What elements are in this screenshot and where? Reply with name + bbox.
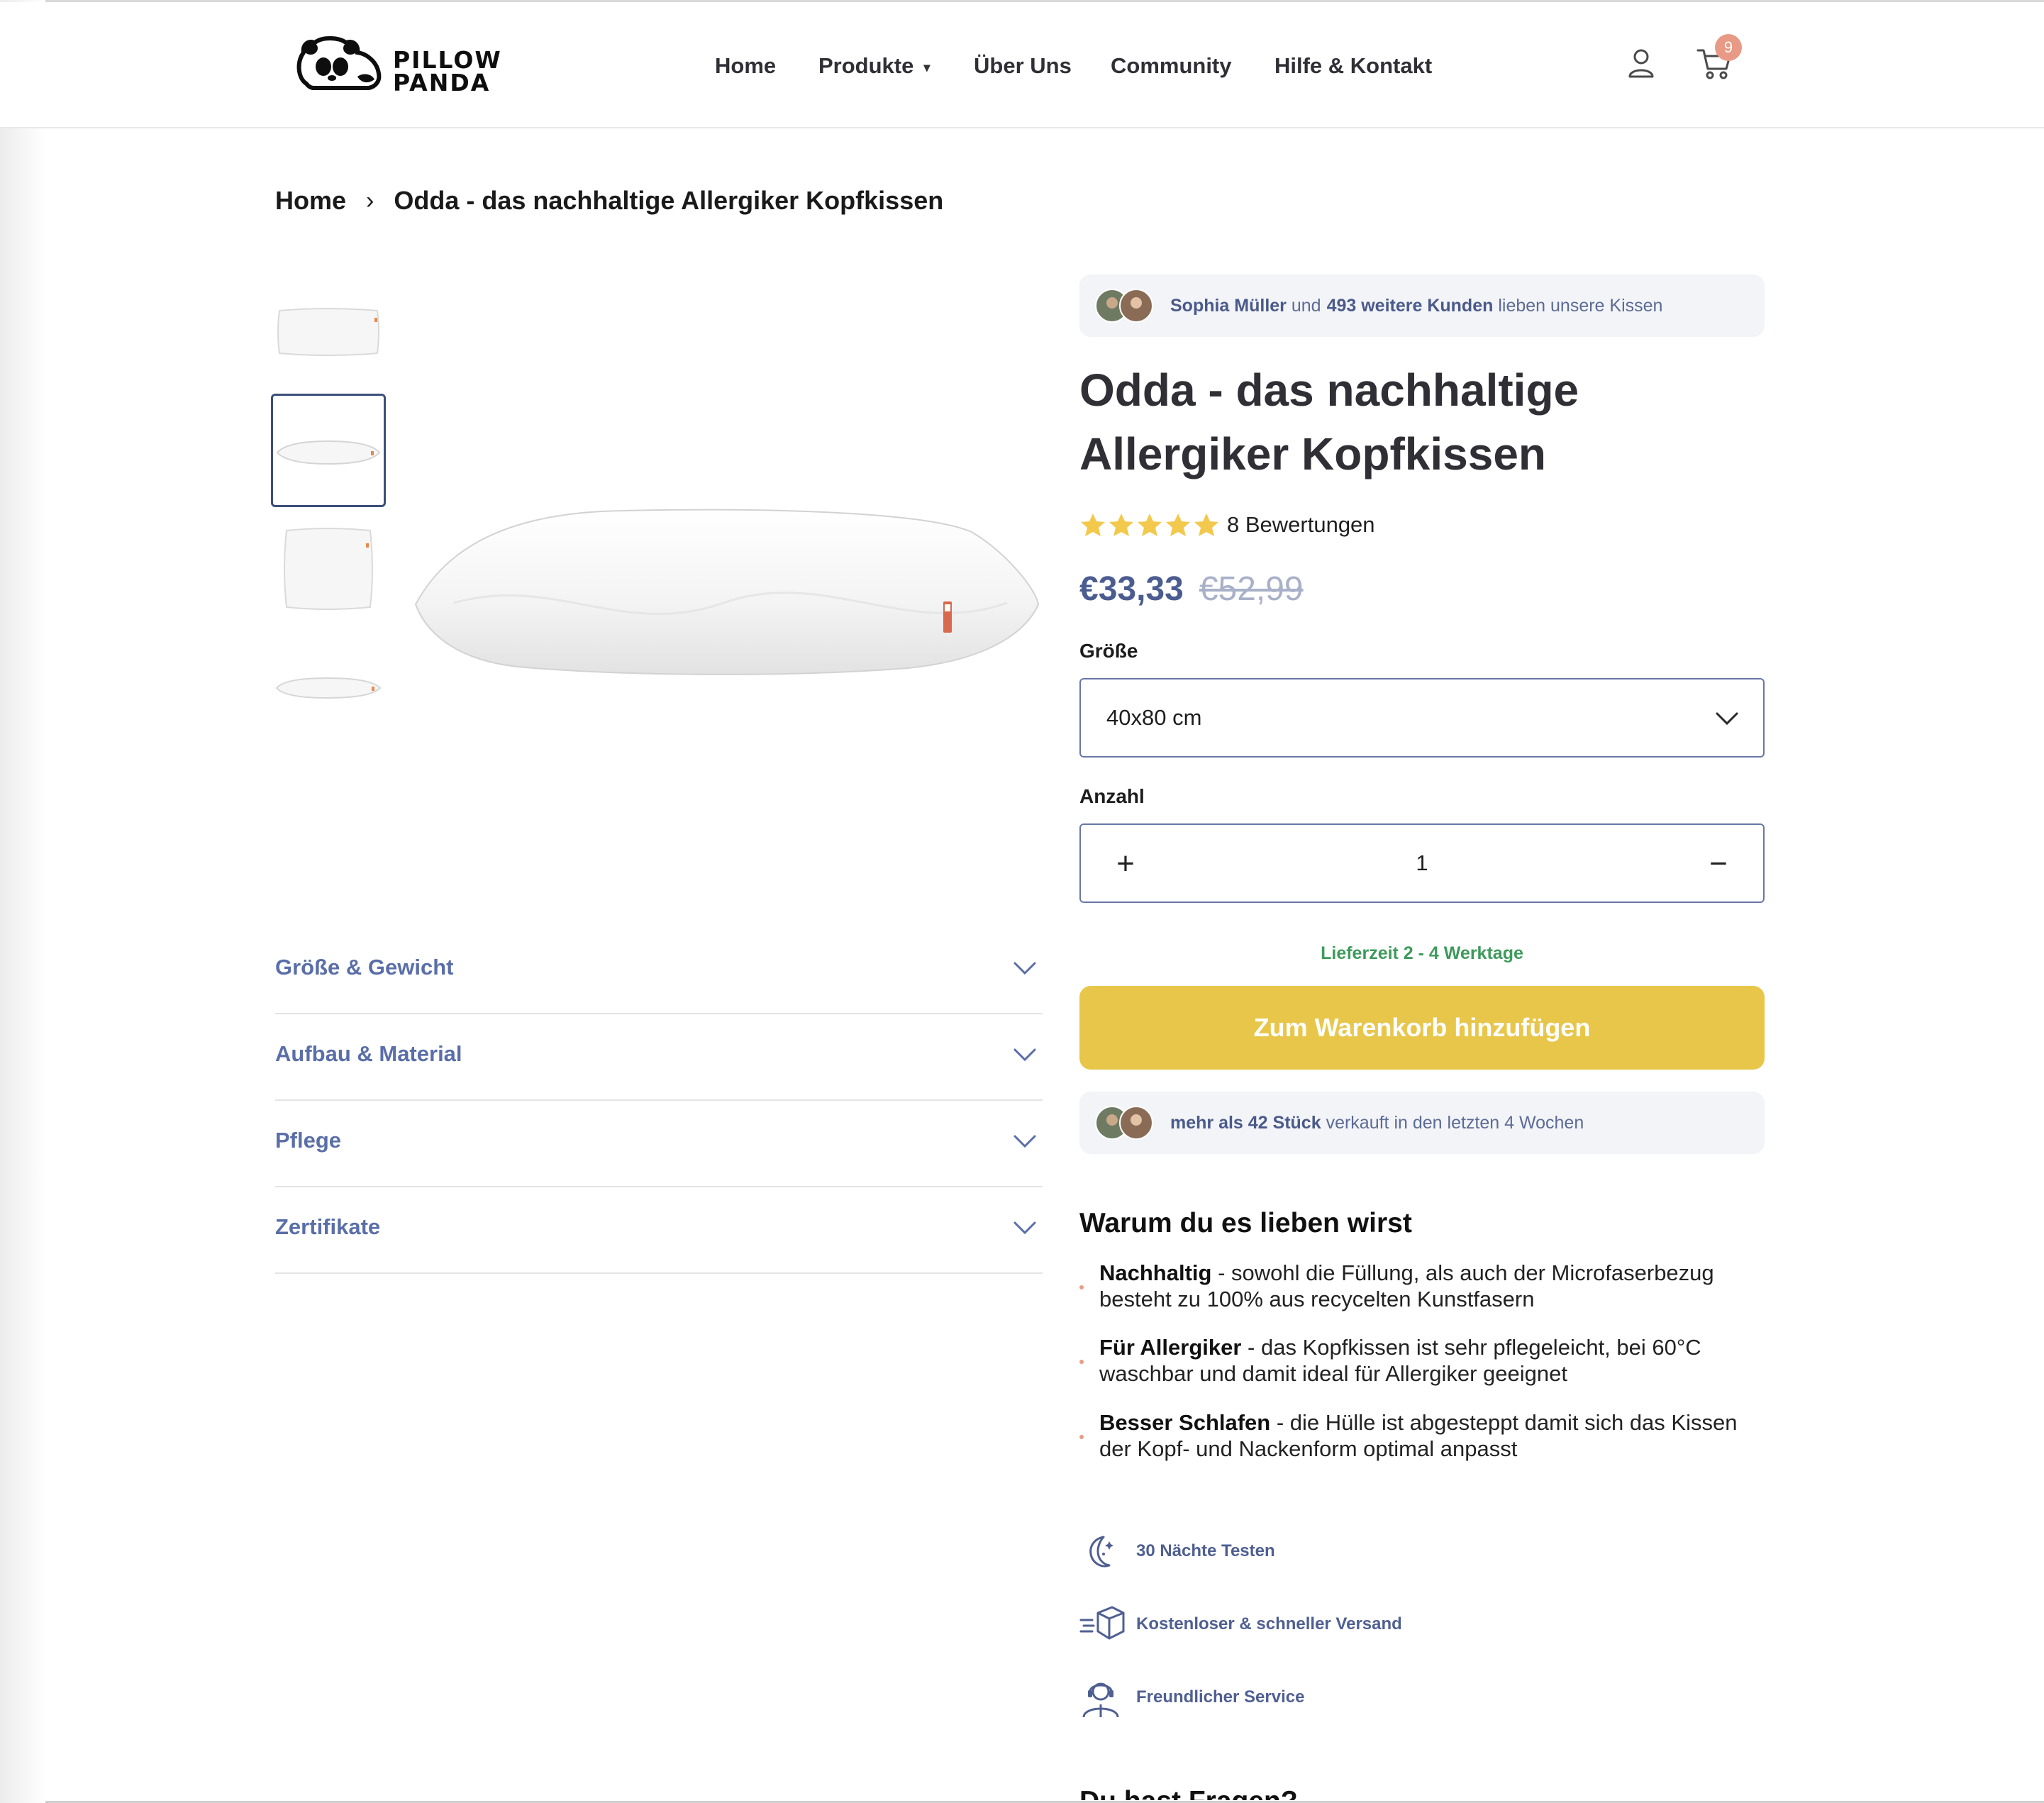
moon-stars-icon <box>1089 1536 1113 1568</box>
nav-produkte[interactable]: Produkte ▾ <box>818 50 930 83</box>
benefit-title: Besser Schlafen <box>1099 1410 1271 1435</box>
star-icon <box>1081 514 1105 536</box>
review-count: 8 Bewertungen <box>1227 512 1375 537</box>
benefit-text: Nachhaltig - sowohl die Füllung, als auc… <box>1099 1260 1752 1312</box>
accordion-label: Zertifikate <box>275 1214 381 1239</box>
breadcrumb: Home › Odda - das nachhaltige Allergiker… <box>275 183 943 218</box>
decrease-quantity-button[interactable]: − <box>1701 846 1736 882</box>
nav-home[interactable]: Home <box>715 50 776 82</box>
sales-text: mehr als 42 Stück verkauft in den letzte… <box>1170 1092 1589 1154</box>
quantity-stepper: 1 + − <box>1079 823 1765 903</box>
accordion-label: Größe & Gewicht <box>275 955 454 980</box>
benefit-title: Für Allergiker <box>1099 1335 1242 1360</box>
product-thumbnail-1[interactable] <box>271 282 386 396</box>
product-title-line-2: Allergiker Kopfkissen <box>1079 428 1546 479</box>
product-thumbnail-4[interactable] <box>271 631 386 745</box>
nav-hilfe-kontakt[interactable]: Hilfe & Kontakt <box>1274 50 1432 82</box>
bullet-dot <box>1079 1435 1084 1439</box>
bullet-dot <box>1079 1285 1084 1289</box>
original-price: €52,99 <box>1199 570 1304 608</box>
size-label: Größe <box>1079 640 1138 662</box>
star-rating <box>1079 512 1221 538</box>
increase-quantity-button[interactable]: + <box>1108 846 1143 882</box>
product-main-image[interactable] <box>411 496 1043 681</box>
sales-suffix: verkauft in den letzten 4 Wochen <box>1326 1112 1584 1133</box>
benefit-item: Besser Schlafen - die Hülle ist abgestep… <box>1079 1409 1760 1466</box>
nav-community[interactable]: Community <box>1111 50 1232 82</box>
pillow-flat-image <box>275 677 382 699</box>
customer-avatars <box>1095 289 1153 323</box>
customer-name: Sophia Müller <box>1170 295 1287 316</box>
chevron-right-icon: › <box>366 187 374 214</box>
add-to-cart-button[interactable]: Zum Warenkorb hinzufügen <box>1079 986 1765 1070</box>
logo-word-panda: PANDA <box>393 69 491 96</box>
quantity-label: Anzahl <box>1079 785 1145 807</box>
benefit-item: Nachhaltig - sowohl die Füllung, als auc… <box>1079 1260 1760 1316</box>
accordion-label: Aufbau & Material <box>275 1041 462 1066</box>
size-select[interactable]: 40x80 cm <box>1079 678 1765 758</box>
pillow-front-image <box>277 308 379 356</box>
star-icon <box>1166 514 1190 536</box>
customer-count: 493 weitere Kunden <box>1326 295 1494 316</box>
star-icon <box>1138 514 1162 536</box>
benefit-item: Für Allergiker - das Kopfkissen ist sehr… <box>1079 1334 1760 1391</box>
faq-heading: Du hast Fragen? <box>1079 1785 1298 1800</box>
user-account-icon[interactable] <box>1627 48 1655 78</box>
cart-count-badge: 9 <box>1715 34 1742 61</box>
product-title: Odda - das nachhaltige Allergiker Kopfki… <box>1079 358 1760 486</box>
chevron-down-icon <box>1013 1221 1036 1235</box>
accordion-pflege[interactable]: Pflege <box>275 1101 1043 1187</box>
social-proof-customers: Sophia Müller und 493 weitere Kunden lieb… <box>1079 274 1765 337</box>
product-price: €33,33 €52,99 <box>1079 564 1304 614</box>
feature-label: Kostenloser & schneller Versand <box>1136 1614 1402 1633</box>
product-title-line-1: Odda - das nachhaltige <box>1079 365 1579 416</box>
breadcrumb-current: Odda - das nachhaltige Allergiker Kopfki… <box>394 186 944 215</box>
quantity-value[interactable]: 1 <box>1081 825 1763 901</box>
connector-text: und <box>1291 295 1321 316</box>
chevron-down-icon <box>1013 1048 1036 1062</box>
pillow-square-image <box>284 528 373 610</box>
bullet-dot <box>1079 1360 1084 1364</box>
chevron-down-icon <box>1013 1135 1036 1148</box>
star-icon <box>1109 514 1133 536</box>
benefit-text: Für Allergiker - das Kopfkissen ist sehr… <box>1099 1334 1752 1387</box>
benefit-title: Nachhaltig <box>1099 1260 1212 1285</box>
social-proof-sales: mehr als 42 Stück verkauft in den letzte… <box>1079 1092 1765 1154</box>
pillow-panda-logo[interactable]: PILLOW PANDA <box>294 34 506 98</box>
sales-count: mehr als 42 Stück <box>1170 1112 1321 1133</box>
product-thumbnail-2[interactable] <box>271 394 386 507</box>
shipping-box-icon <box>1079 1606 1125 1640</box>
social-proof-suffix: lieben unsere Kissen <box>1498 295 1663 316</box>
chevron-down-icon <box>1013 962 1036 975</box>
accordion-groesse-gewicht[interactable]: Größe & Gewicht <box>275 928 1043 1014</box>
product-thumbnail-3[interactable] <box>271 512 386 626</box>
support-agent-icon <box>1082 1682 1119 1718</box>
nav-produkte-label: Produkte <box>818 53 914 78</box>
benefit-text: Besser Schlafen - die Hülle ist abgestep… <box>1099 1409 1752 1462</box>
window-edge-shadow <box>0 0 45 1803</box>
feature-label: 30 Nächte Testen <box>1136 1541 1275 1560</box>
site-header: PILLOW PANDA Home Produkte ▾ Über Uns Com… <box>0 2 2044 128</box>
sale-price: €33,33 <box>1079 570 1184 608</box>
size-select-value: 40x80 cm <box>1106 705 1202 730</box>
feature-label: Freundlicher Service <box>1136 1687 1305 1707</box>
star-icon <box>1194 514 1218 536</box>
breadcrumb-home[interactable]: Home <box>275 186 346 216</box>
why-love-heading: Warum du es lieben wirst <box>1079 1208 1412 1238</box>
accordion-zertifikate[interactable]: Zertifikate <box>275 1187 1043 1274</box>
accordion-label: Pflege <box>275 1128 342 1153</box>
customer-avatars <box>1095 1106 1153 1140</box>
social-proof-text: Sophia Müller und 493 weitere Kunden lieb… <box>1170 274 1668 337</box>
pillow-main-image <box>414 509 1040 675</box>
nav-ueber-uns[interactable]: Über Uns <box>974 50 1072 82</box>
chevron-down-icon: ▾ <box>923 60 931 74</box>
accordion-aufbau-material[interactable]: Aufbau & Material <box>275 1014 1043 1101</box>
panda-logo-icon <box>296 36 382 90</box>
product-rating[interactable]: 8 Bewertungen <box>1079 509 1375 540</box>
chevron-down-icon <box>1716 712 1738 726</box>
pillow-side-image <box>276 440 381 465</box>
delivery-time: Lieferzeit 2 - 4 Werktage <box>1321 943 1523 963</box>
